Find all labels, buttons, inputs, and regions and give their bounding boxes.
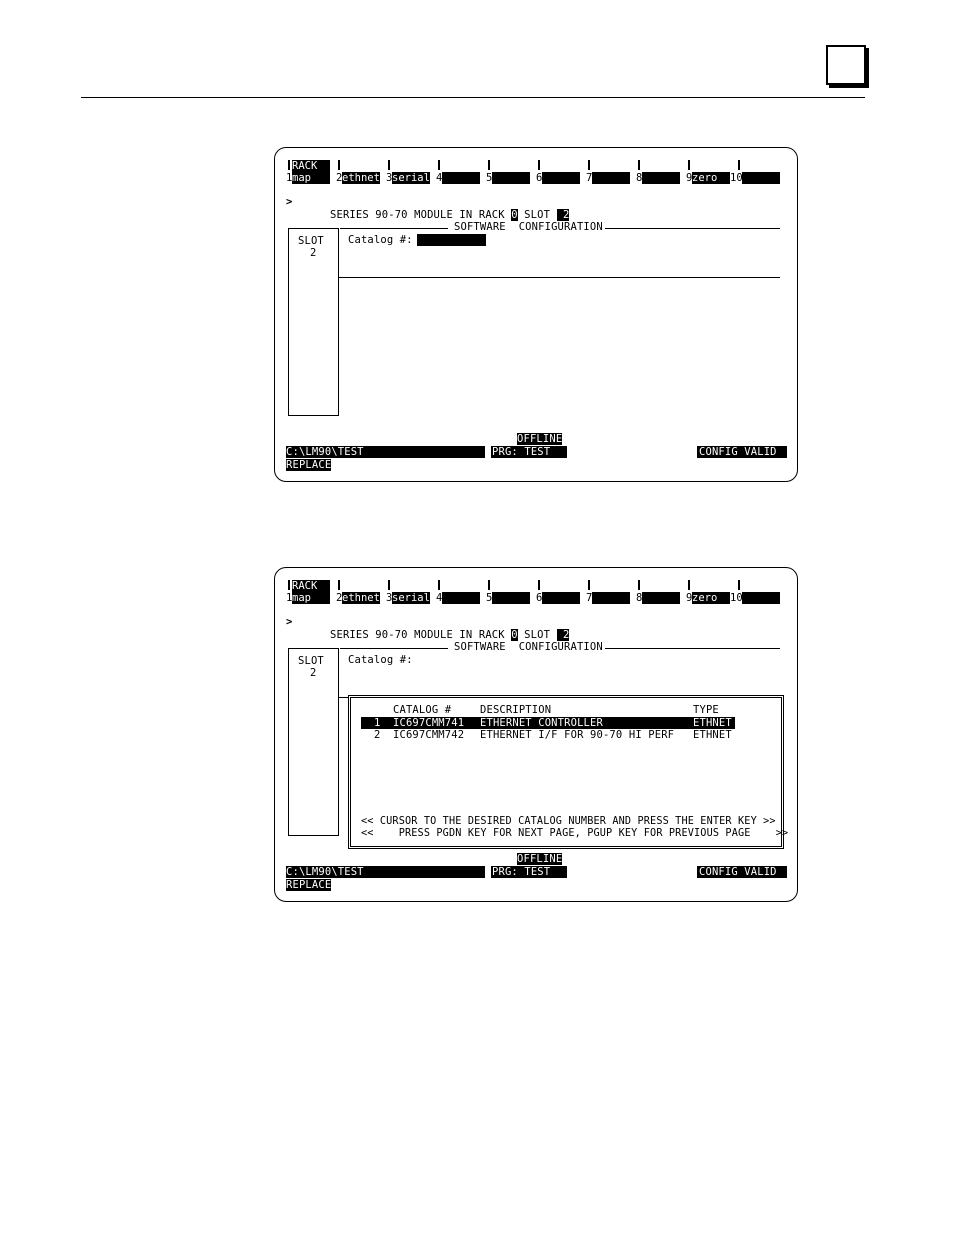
command-prompt[interactable]: > — [286, 196, 292, 208]
fkey-2-ethnet[interactable]: ethnet — [342, 592, 380, 604]
screen-catalog-selection: RACK 1 map 2 ethnet 3 serial 4 5 6 7 8 9… — [274, 567, 798, 902]
edit-mode: REPLACE — [286, 879, 332, 891]
section-rule-left — [340, 228, 448, 229]
slot-label: SLOT — [517, 629, 557, 641]
slot-indicator-box: SLOT 2 — [288, 228, 339, 416]
slot-box-label: SLOT — [298, 655, 324, 667]
row-catalog: IC697CMM742 — [393, 729, 465, 741]
fkey-tick — [288, 160, 290, 170]
folder-path: C:\LM90\TEST — [286, 446, 364, 458]
fkey-3-serial[interactable]: serial — [392, 592, 430, 604]
page-header-rule — [81, 97, 865, 98]
row-description: ETHERNET CONTROLLER — [480, 717, 603, 729]
fkey-tick — [388, 160, 390, 170]
row-number: 1 — [374, 717, 381, 729]
help-text-select: << CURSOR TO THE DESIRED CATALOG NUMBER … — [361, 816, 776, 827]
fkey-2-ethnet[interactable]: ethnet — [342, 172, 380, 184]
fkey-tick — [488, 160, 490, 170]
fkey-10-num: 10 — [730, 592, 743, 604]
fkey-4[interactable] — [442, 172, 480, 184]
fkey-10-num: 10 — [730, 172, 743, 184]
catalog-label: Catalog #: — [348, 234, 413, 246]
section-title: SOFTWARE CONFIGURATION — [454, 221, 603, 233]
row-catalog: IC697CMM741 — [393, 717, 465, 729]
column-header-type: TYPE — [693, 704, 719, 716]
module-location-line: SERIES 90-70 MODULE IN RACK 0 SLOT 2 — [330, 629, 570, 641]
program-name: PRG: TEST — [492, 446, 551, 458]
fkey-9-zero[interactable]: zero — [692, 172, 730, 184]
fkey-1-map[interactable]: map — [292, 592, 330, 604]
fkey-tick — [288, 580, 290, 590]
fkey-tick — [638, 160, 640, 170]
fkey-tick — [338, 580, 340, 590]
fkey-10[interactable] — [742, 172, 780, 184]
slot-indicator-box: SLOT 2 — [288, 648, 339, 836]
fkey-tick — [738, 160, 740, 170]
module-line-prefix: SERIES 90-70 MODULE IN RACK — [330, 209, 512, 221]
section-rule-right — [605, 228, 780, 229]
fkey-tick — [488, 580, 490, 590]
row-type: ETHNET — [693, 729, 732, 741]
section-rule-right — [605, 648, 780, 649]
column-header-description: DESCRIPTION — [480, 704, 552, 716]
section-title: SOFTWARE CONFIGURATION — [454, 641, 603, 653]
slot-box-number: 2 — [310, 667, 317, 679]
fkey-1-top-label[interactable]: RACK — [292, 160, 330, 172]
help-text-paging: << PRESS PGDN KEY FOR NEXT PAGE, PGUP KE… — [361, 828, 789, 839]
page-tab-marker — [826, 45, 866, 85]
slot-number-field[interactable]: 2 — [556, 209, 570, 221]
section-rule-left — [340, 648, 448, 649]
fkey-tick — [388, 580, 390, 590]
fkey-tick — [538, 580, 540, 590]
fkey-tick — [588, 160, 590, 170]
fkey-7[interactable] — [592, 172, 630, 184]
fkey-6[interactable] — [542, 592, 580, 604]
row-number: 2 — [374, 729, 381, 741]
fkey-tick — [438, 580, 440, 590]
program-name: PRG: TEST — [492, 866, 551, 878]
fkey-tick — [738, 580, 740, 590]
fkey-1-top-label[interactable]: RACK — [292, 580, 330, 592]
module-location-line: SERIES 90-70 MODULE IN RACK 0 SLOT 2 — [330, 209, 570, 221]
slot-label: SLOT — [517, 209, 557, 221]
offline-status: OFFLINE — [517, 433, 563, 445]
fkey-tick — [688, 580, 690, 590]
catalog-number-input[interactable] — [417, 234, 486, 246]
edit-mode: REPLACE — [286, 459, 332, 471]
module-line-prefix: SERIES 90-70 MODULE IN RACK — [330, 629, 512, 641]
catalog-label: Catalog #: — [348, 654, 413, 666]
catalog-selection-popup: CATALOG # DESCRIPTION TYPE 1 IC697CMM741… — [348, 695, 788, 849]
fkey-9-zero[interactable]: zero — [692, 592, 730, 604]
fkey-3-serial[interactable]: serial — [392, 172, 430, 184]
fkey-4[interactable] — [442, 592, 480, 604]
fkey-1-map[interactable]: map — [292, 172, 330, 184]
fkey-6[interactable] — [542, 172, 580, 184]
slot-box-label: SLOT — [298, 235, 324, 247]
config-status: CONFIG VALID — [699, 446, 777, 458]
slot-box-number: 2 — [310, 247, 317, 259]
fkey-tick — [338, 160, 340, 170]
entry-area-divider — [338, 277, 780, 278]
screen-software-config: RACK 1 map 2 ethnet 3 serial 4 5 6 7 8 9… — [274, 147, 798, 482]
fkey-5[interactable] — [492, 592, 530, 604]
command-prompt[interactable]: > — [286, 616, 292, 628]
entry-area-divider — [338, 697, 348, 698]
offline-status: OFFLINE — [517, 853, 563, 865]
row-type: ETHNET — [693, 717, 732, 729]
fkey-8[interactable] — [642, 592, 680, 604]
fkey-tick — [688, 160, 690, 170]
column-header-catalog: CATALOG # — [393, 704, 452, 716]
fkey-tick — [438, 160, 440, 170]
fkey-5[interactable] — [492, 172, 530, 184]
fkey-7[interactable] — [592, 592, 630, 604]
slot-number-field[interactable]: 2 — [556, 629, 570, 641]
fkey-tick — [588, 580, 590, 590]
fkey-tick — [538, 160, 540, 170]
fkey-10[interactable] — [742, 592, 780, 604]
row-description: ETHERNET I/F FOR 90-70 HI PERF — [480, 729, 675, 741]
fkey-8[interactable] — [642, 172, 680, 184]
config-status: CONFIG VALID — [699, 866, 777, 878]
fkey-tick — [638, 580, 640, 590]
folder-path: C:\LM90\TEST — [286, 866, 364, 878]
